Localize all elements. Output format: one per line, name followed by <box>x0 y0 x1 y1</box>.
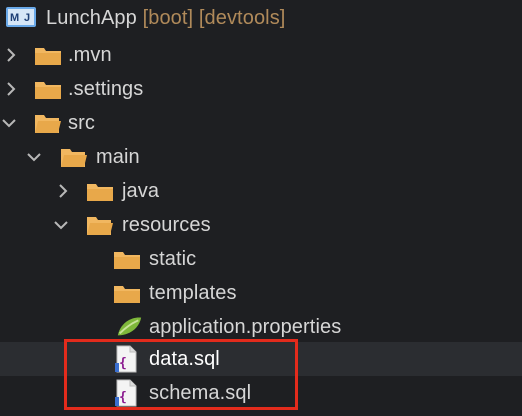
tree-row-data-sql[interactable]: { data.sql <box>0 342 522 376</box>
tree-row-main[interactable]: main <box>0 140 522 174</box>
sql-file-icon: { <box>113 379 139 407</box>
tree-row-settings[interactable]: .settings <box>0 72 522 106</box>
folder-open-icon <box>86 213 114 237</box>
chevron-down-icon[interactable] <box>25 148 43 166</box>
chevron-down-icon[interactable] <box>52 216 70 234</box>
tree-row-java[interactable]: java <box>0 174 522 208</box>
svg-text:{: { <box>119 390 127 405</box>
tree-row-project[interactable]: M J LunchApp [boot] [devtools] <box>0 1 522 35</box>
tree-label-application-properties: application.properties <box>149 316 342 338</box>
tree-row-static[interactable]: static <box>0 242 522 276</box>
folder-open-icon <box>60 145 88 169</box>
project-explorer-tree: M J LunchApp [boot] [devtools] .mvn .set… <box>0 0 522 416</box>
project-name: LunchApp [boot] [devtools] <box>46 6 285 30</box>
folder-icon <box>34 77 62 101</box>
chevron-right-icon[interactable] <box>2 80 20 98</box>
tree-label-mvn: .mvn <box>68 44 112 66</box>
tree-row-src[interactable]: src <box>0 106 522 140</box>
folder-open-icon <box>34 111 62 135</box>
tree-label-src: src <box>68 112 95 134</box>
folder-icon <box>113 247 141 271</box>
folder-icon <box>34 43 62 67</box>
tree-row-resources[interactable]: resources <box>0 208 522 242</box>
project-decorations: [boot] [devtools] <box>142 7 286 29</box>
project-name-text: LunchApp <box>46 7 137 29</box>
tree-row-application-properties[interactable]: application.properties <box>0 310 522 344</box>
svg-text:{: { <box>119 356 127 371</box>
chevron-right-icon[interactable] <box>54 182 72 200</box>
tree-label-java: java <box>122 180 160 202</box>
chevron-right-icon[interactable] <box>2 46 20 64</box>
maven-project-icon: M J <box>4 5 44 31</box>
sql-file-icon: { <box>113 345 139 373</box>
spring-leaf-icon <box>115 314 143 338</box>
tree-label-settings: .settings <box>68 78 144 100</box>
tree-label-resources: resources <box>122 214 211 236</box>
chevron-down-icon[interactable] <box>0 114 18 132</box>
tree-label-data-sql: data.sql <box>149 348 220 370</box>
tree-row-schema-sql[interactable]: { schema.sql <box>0 376 522 410</box>
folder-icon <box>113 281 141 305</box>
tree-row-templates[interactable]: templates <box>0 276 522 310</box>
tree-label-schema-sql: schema.sql <box>149 382 252 404</box>
svg-text:M: M <box>10 12 19 24</box>
tree-label-static: static <box>149 248 197 270</box>
tree-row-mvn[interactable]: .mvn <box>0 38 522 72</box>
svg-text:J: J <box>24 12 30 24</box>
folder-icon <box>86 179 114 203</box>
tree-label-templates: templates <box>149 282 237 304</box>
tree-label-main: main <box>96 146 140 168</box>
